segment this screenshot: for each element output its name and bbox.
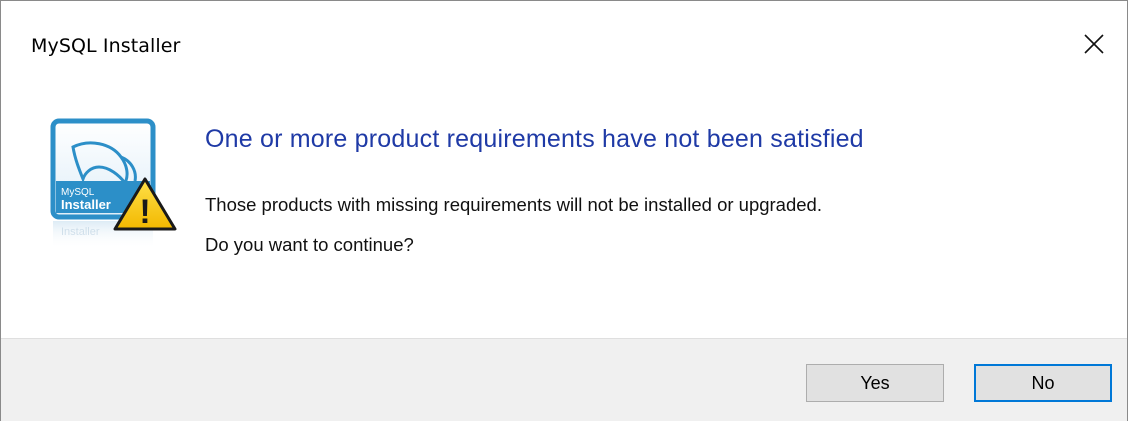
yes-button[interactable]: Yes xyxy=(806,364,944,402)
message-dialog: MySQL Installer MySQL Installer Installe… xyxy=(0,0,1128,421)
title-bar[interactable]: MySQL Installer xyxy=(1,1,1127,87)
dialog-content: MySQL Installer Installer ! One or more … xyxy=(1,87,1127,338)
close-button[interactable] xyxy=(1061,11,1127,77)
logo-text-bottom: Installer xyxy=(61,197,111,212)
dialog-heading: One or more product requirements have no… xyxy=(205,125,864,153)
button-bar: Yes No xyxy=(1,338,1127,421)
mysql-installer-warning-icon: MySQL Installer Installer ! xyxy=(49,117,181,251)
window-title: MySQL Installer xyxy=(31,35,181,57)
logo-reflection-text: Installer xyxy=(61,226,100,238)
dialog-message: Those products with missing requirements… xyxy=(205,185,822,265)
message-line-2: Do you want to continue? xyxy=(205,234,414,255)
no-button[interactable]: No xyxy=(974,364,1112,402)
close-icon xyxy=(1084,34,1104,54)
warning-mark: ! xyxy=(139,193,150,231)
message-line-1: Those products with missing requirements… xyxy=(205,194,822,215)
